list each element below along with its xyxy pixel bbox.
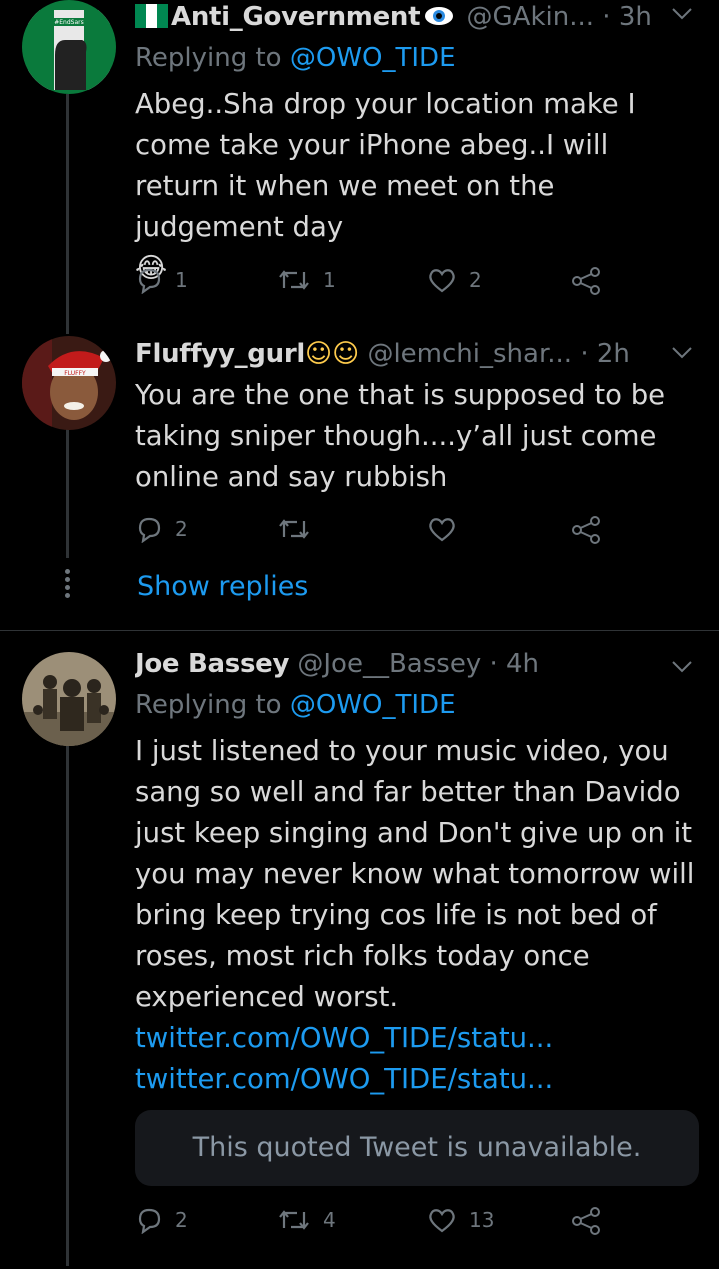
retweet-icon (279, 519, 309, 539)
reply-button[interactable]: 2 (135, 1206, 188, 1234)
reply-count: 1 (175, 268, 188, 292)
chevron-down-icon[interactable] (671, 341, 693, 365)
tweet[interactable]: Joe Bassey @Joe__Bassey · 4h Replying to… (0, 647, 719, 1269)
tweet-text-content: Abeg..Sha drop your location make I come… (135, 88, 636, 243)
tweet[interactable]: #EndSars Anti_Government @GAkin... · 3h … (0, 0, 719, 334)
share-icon (572, 516, 600, 544)
mention-link[interactable]: @OWO_TIDE (290, 43, 456, 73)
status-link[interactable]: twitter.com/OWO_TIDE/statu... (135, 1022, 553, 1054)
retweet-count: 1 (323, 268, 336, 292)
status-link[interactable]: twitter.com/OWO_TIDE/statu... (135, 1063, 553, 1095)
reply-icon (138, 268, 161, 294)
thread-line (66, 428, 69, 558)
avatar-image: #EndSars (22, 0, 116, 94)
thread-line (66, 746, 69, 1266)
display-name[interactable]: Joe Bassey (135, 649, 289, 679)
replying-to: Replying to @OWO_TIDE (135, 688, 456, 722)
tweet-text: I just listened to your music video, you… (135, 731, 695, 1100)
chevron-down-icon[interactable] (671, 655, 693, 679)
like-icon (429, 269, 455, 293)
replying-to: Replying to @OWO_TIDE (135, 41, 456, 75)
user-handle[interactable]: @GAkin... (467, 2, 595, 32)
tweet-header: Joe Bassey @Joe__Bassey · 4h (135, 647, 689, 681)
retweet-button[interactable] (277, 515, 323, 543)
retweet-count: 4 (323, 1208, 336, 1232)
tweet-header: Fluffyy_gurl☺☺ @lemchi_shar... · 2h (135, 337, 689, 371)
chevron-down-icon[interactable] (671, 2, 693, 26)
tweet-text: Abeg..Sha drop your location make I come… (135, 84, 695, 289)
reply-count: 2 (175, 1208, 188, 1232)
like-button[interactable] (427, 515, 469, 543)
tweet-text-content: You are the one that is supposed to be t… (135, 379, 666, 493)
like-button[interactable]: 13 (427, 1206, 494, 1234)
tweet-text: You are the one that is supposed to be t… (135, 375, 695, 498)
timestamp[interactable]: · 3h (602, 2, 652, 32)
share-icon (572, 1207, 600, 1235)
tweet-text-content: I just listened to your music video, you… (135, 735, 695, 1013)
retweet-button[interactable]: 1 (277, 266, 336, 294)
reply-icon (138, 1208, 161, 1234)
retweet-icon (279, 1210, 309, 1230)
retweet-button[interactable]: 4 (277, 1206, 336, 1234)
share-button[interactable] (570, 1206, 602, 1236)
avatar-hat-text: FLUFFY (64, 370, 86, 377)
tweet-actions: 2 4 13 (135, 1206, 615, 1238)
user-handle[interactable]: @Joe__Bassey (297, 649, 481, 679)
show-replies-link[interactable]: Show replies (137, 571, 308, 602)
tweet[interactable]: FLUFFY Fluffyy_gurl☺☺ @lemchi_shar... · … (0, 334, 719, 624)
user-handle[interactable]: @lemchi_shar... (367, 339, 572, 369)
like-icon (429, 1209, 455, 1233)
timestamp[interactable]: · 4h (489, 649, 539, 679)
avatar-image: FLUFFY (22, 336, 116, 430)
smiling-face-emoji: ☺☺ (304, 339, 360, 369)
like-button[interactable]: 2 (427, 266, 482, 294)
timestamp[interactable]: · 2h (580, 339, 630, 369)
avatar-image (22, 652, 116, 746)
avatar[interactable]: #EndSars (22, 0, 116, 94)
replying-to-label: Replying to (135, 690, 282, 720)
like-icon (429, 518, 455, 542)
display-name[interactable]: Fluffyy_gurl (135, 339, 305, 369)
display-name[interactable]: Anti_Government (171, 2, 421, 32)
divider (0, 630, 719, 631)
avatar-badge-text: #EndSars (54, 19, 84, 26)
like-count: 2 (469, 268, 482, 292)
avatar[interactable]: FLUFFY (22, 336, 116, 430)
reply-button[interactable]: 2 (135, 515, 188, 543)
replying-to-label: Replying to (135, 43, 282, 73)
quoted-tweet-unavailable: This quoted Tweet is unavailable. (135, 1110, 699, 1186)
mention-link[interactable]: @OWO_TIDE (290, 690, 456, 720)
avatar[interactable] (22, 652, 116, 746)
nigeria-flag-icon (135, 3, 168, 28)
like-count: 13 (469, 1208, 495, 1232)
retweet-icon (279, 270, 309, 290)
tweet-actions: 2 (135, 515, 615, 547)
reply-count: 2 (175, 517, 188, 541)
tweet-actions: 1 1 2 (135, 266, 615, 298)
reply-button[interactable]: 1 (135, 266, 188, 294)
thread-line (66, 94, 69, 334)
share-icon (572, 267, 600, 295)
eye-icon (424, 2, 454, 36)
more-dots-icon (64, 566, 71, 601)
share-button[interactable] (570, 266, 602, 296)
reply-icon (138, 517, 161, 543)
tweet-header: Anti_Government @GAkin... · 3h (135, 0, 689, 36)
share-button[interactable] (570, 515, 602, 545)
